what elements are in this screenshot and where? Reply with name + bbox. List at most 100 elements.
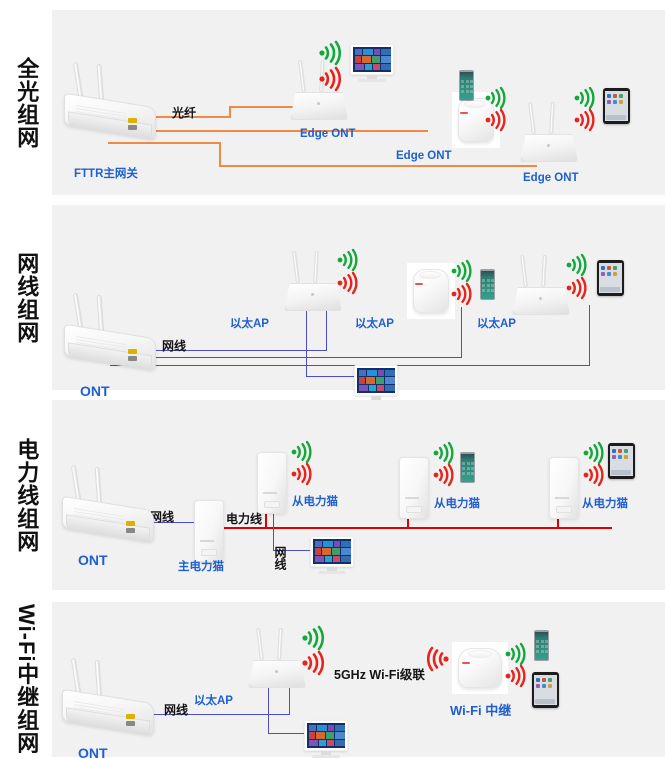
row-label-wifi-relay: Wi-Fi中继组网 (0, 602, 52, 757)
tv-frame (350, 44, 394, 75)
row-label-text: Wi-Fi中继组网 (14, 604, 40, 755)
socket (406, 506, 422, 513)
device-label-edge-ont-2: Edge ONT (396, 150, 452, 162)
antenna-icon (541, 254, 547, 288)
wifi-signal-green-icon (450, 259, 474, 283)
device-top-cap (468, 650, 492, 658)
phone-screen (535, 631, 548, 660)
row-panel-powerline: 网线 电力线 网线 ONT 主电力猫 从电力猫 从电力猫 从电力猫 (52, 400, 665, 590)
row-panel-wifi-relay: 网线 5GHz Wi-Fi级联 ONT 以太AP Wi-Fi 中继 (52, 602, 665, 759)
tv-frame (310, 536, 354, 567)
antenna-icon (277, 627, 283, 661)
status-led (200, 540, 214, 542)
network-topology-diagram: 全光组网 光纤 FTTR主网关 Edge ONT Edge ONT Edge O… (0, 0, 665, 759)
antenna-icon (528, 101, 536, 135)
socket (556, 506, 572, 513)
device-label-master-powerline: 主电力猫 (178, 561, 224, 573)
tablet-screen (599, 263, 622, 293)
device-slave-powerline-3 (549, 457, 579, 519)
tv-screen (357, 368, 395, 393)
status-led (555, 497, 569, 499)
wifi-signal-red-icon (301, 650, 327, 676)
phone-shell (460, 452, 475, 483)
phone-shell (480, 269, 495, 300)
device-label-eth-ap: 以太AP (194, 695, 233, 707)
ethernet-link-label-2: 网线 (273, 546, 287, 570)
row-panel-all-optical: 光纤 FTTR主网关 Edge ONT Edge ONT Edge ONT (52, 10, 665, 195)
tablet-shell (608, 443, 635, 479)
wifi-cascade-label: 5GHz Wi-Fi级联 (334, 668, 425, 682)
client-tablet (532, 672, 559, 708)
port-indicator (126, 521, 135, 526)
device-master-powerline (194, 500, 224, 562)
socket (201, 549, 217, 556)
device-label-fttr-gateway: FTTR主网关 (74, 168, 138, 180)
antenna-icon (256, 627, 264, 661)
fiber-link-label: 光纤 (172, 106, 197, 120)
antenna-icon (313, 250, 319, 284)
device-body (248, 660, 306, 688)
device-label-eth-ap-2: 以太AP (355, 318, 394, 330)
device-label-wifi-relay: Wi-Fi 中继 (450, 703, 512, 718)
row-label-all-optical: 全光组网 (0, 10, 52, 195)
wifi-signal-red-icon (573, 108, 597, 132)
tablet-shell (597, 260, 624, 296)
port-indicator (128, 125, 137, 130)
client-tv (354, 365, 398, 405)
wifi-signal-red-icon (336, 271, 360, 295)
phone-shell (534, 630, 549, 661)
wifi-signal-green-icon (318, 40, 344, 66)
device-body (284, 283, 342, 311)
status-led (263, 492, 277, 494)
wifi-signal-green-icon (573, 86, 597, 110)
device-eth-ap-2 (407, 263, 455, 319)
phone-screen (481, 270, 494, 299)
wifi-signal-red-icon (290, 462, 314, 486)
device-label-ont: ONT (78, 552, 108, 568)
client-tablet (603, 88, 630, 124)
wifi-signal-green-icon (432, 441, 456, 465)
socket (264, 501, 280, 508)
device-slave-powerline-1 (257, 452, 287, 514)
port-indicator (126, 714, 135, 719)
wifi-signal-red-icon (450, 282, 474, 306)
port-indicator (126, 721, 135, 726)
antenna-icon (298, 59, 306, 93)
client-tv (350, 44, 394, 84)
row-label-text: 网线组网 (14, 251, 40, 344)
client-phone (459, 70, 474, 101)
port-indicator (126, 528, 135, 533)
tv-frame (304, 720, 348, 751)
client-tablet (597, 260, 624, 296)
device-label-ont: ONT (80, 383, 110, 399)
row-label-text: 全光组网 (14, 56, 40, 149)
tv-frame (354, 365, 398, 396)
status-led (317, 102, 320, 105)
device-label-edge-ont-3: Edge ONT (523, 172, 579, 184)
device-edge-ont-3 (520, 101, 578, 170)
wifi-signal-red-icon (432, 463, 456, 487)
device-eth-ap (248, 627, 306, 696)
device-ont (60, 657, 156, 742)
phone-screen (460, 71, 473, 100)
tv-screen (313, 539, 351, 564)
wifi-signal-green-icon (290, 440, 314, 464)
antenna-icon (549, 101, 555, 135)
row-panel-ethernet: 网线 ONT 以太AP 以太AP 以太AP (52, 205, 665, 403)
status-led (311, 293, 314, 296)
device-body (290, 92, 348, 120)
client-phone (480, 269, 495, 300)
device-label-eth-ap-1: 以太AP (230, 318, 269, 330)
row-label-text: 电力线组网 (14, 437, 40, 553)
tablet-screen (605, 91, 628, 121)
status-led (547, 144, 550, 147)
powerline-link-seg (222, 527, 612, 530)
device-body (512, 287, 570, 315)
tv-base (312, 755, 340, 758)
port-indicator (128, 349, 137, 354)
client-tablet (608, 443, 635, 479)
tv-screen (353, 47, 391, 72)
tv-screen (307, 723, 345, 748)
wifi-signal-green-icon (301, 625, 327, 651)
ethernet-link-seg (306, 376, 356, 378)
